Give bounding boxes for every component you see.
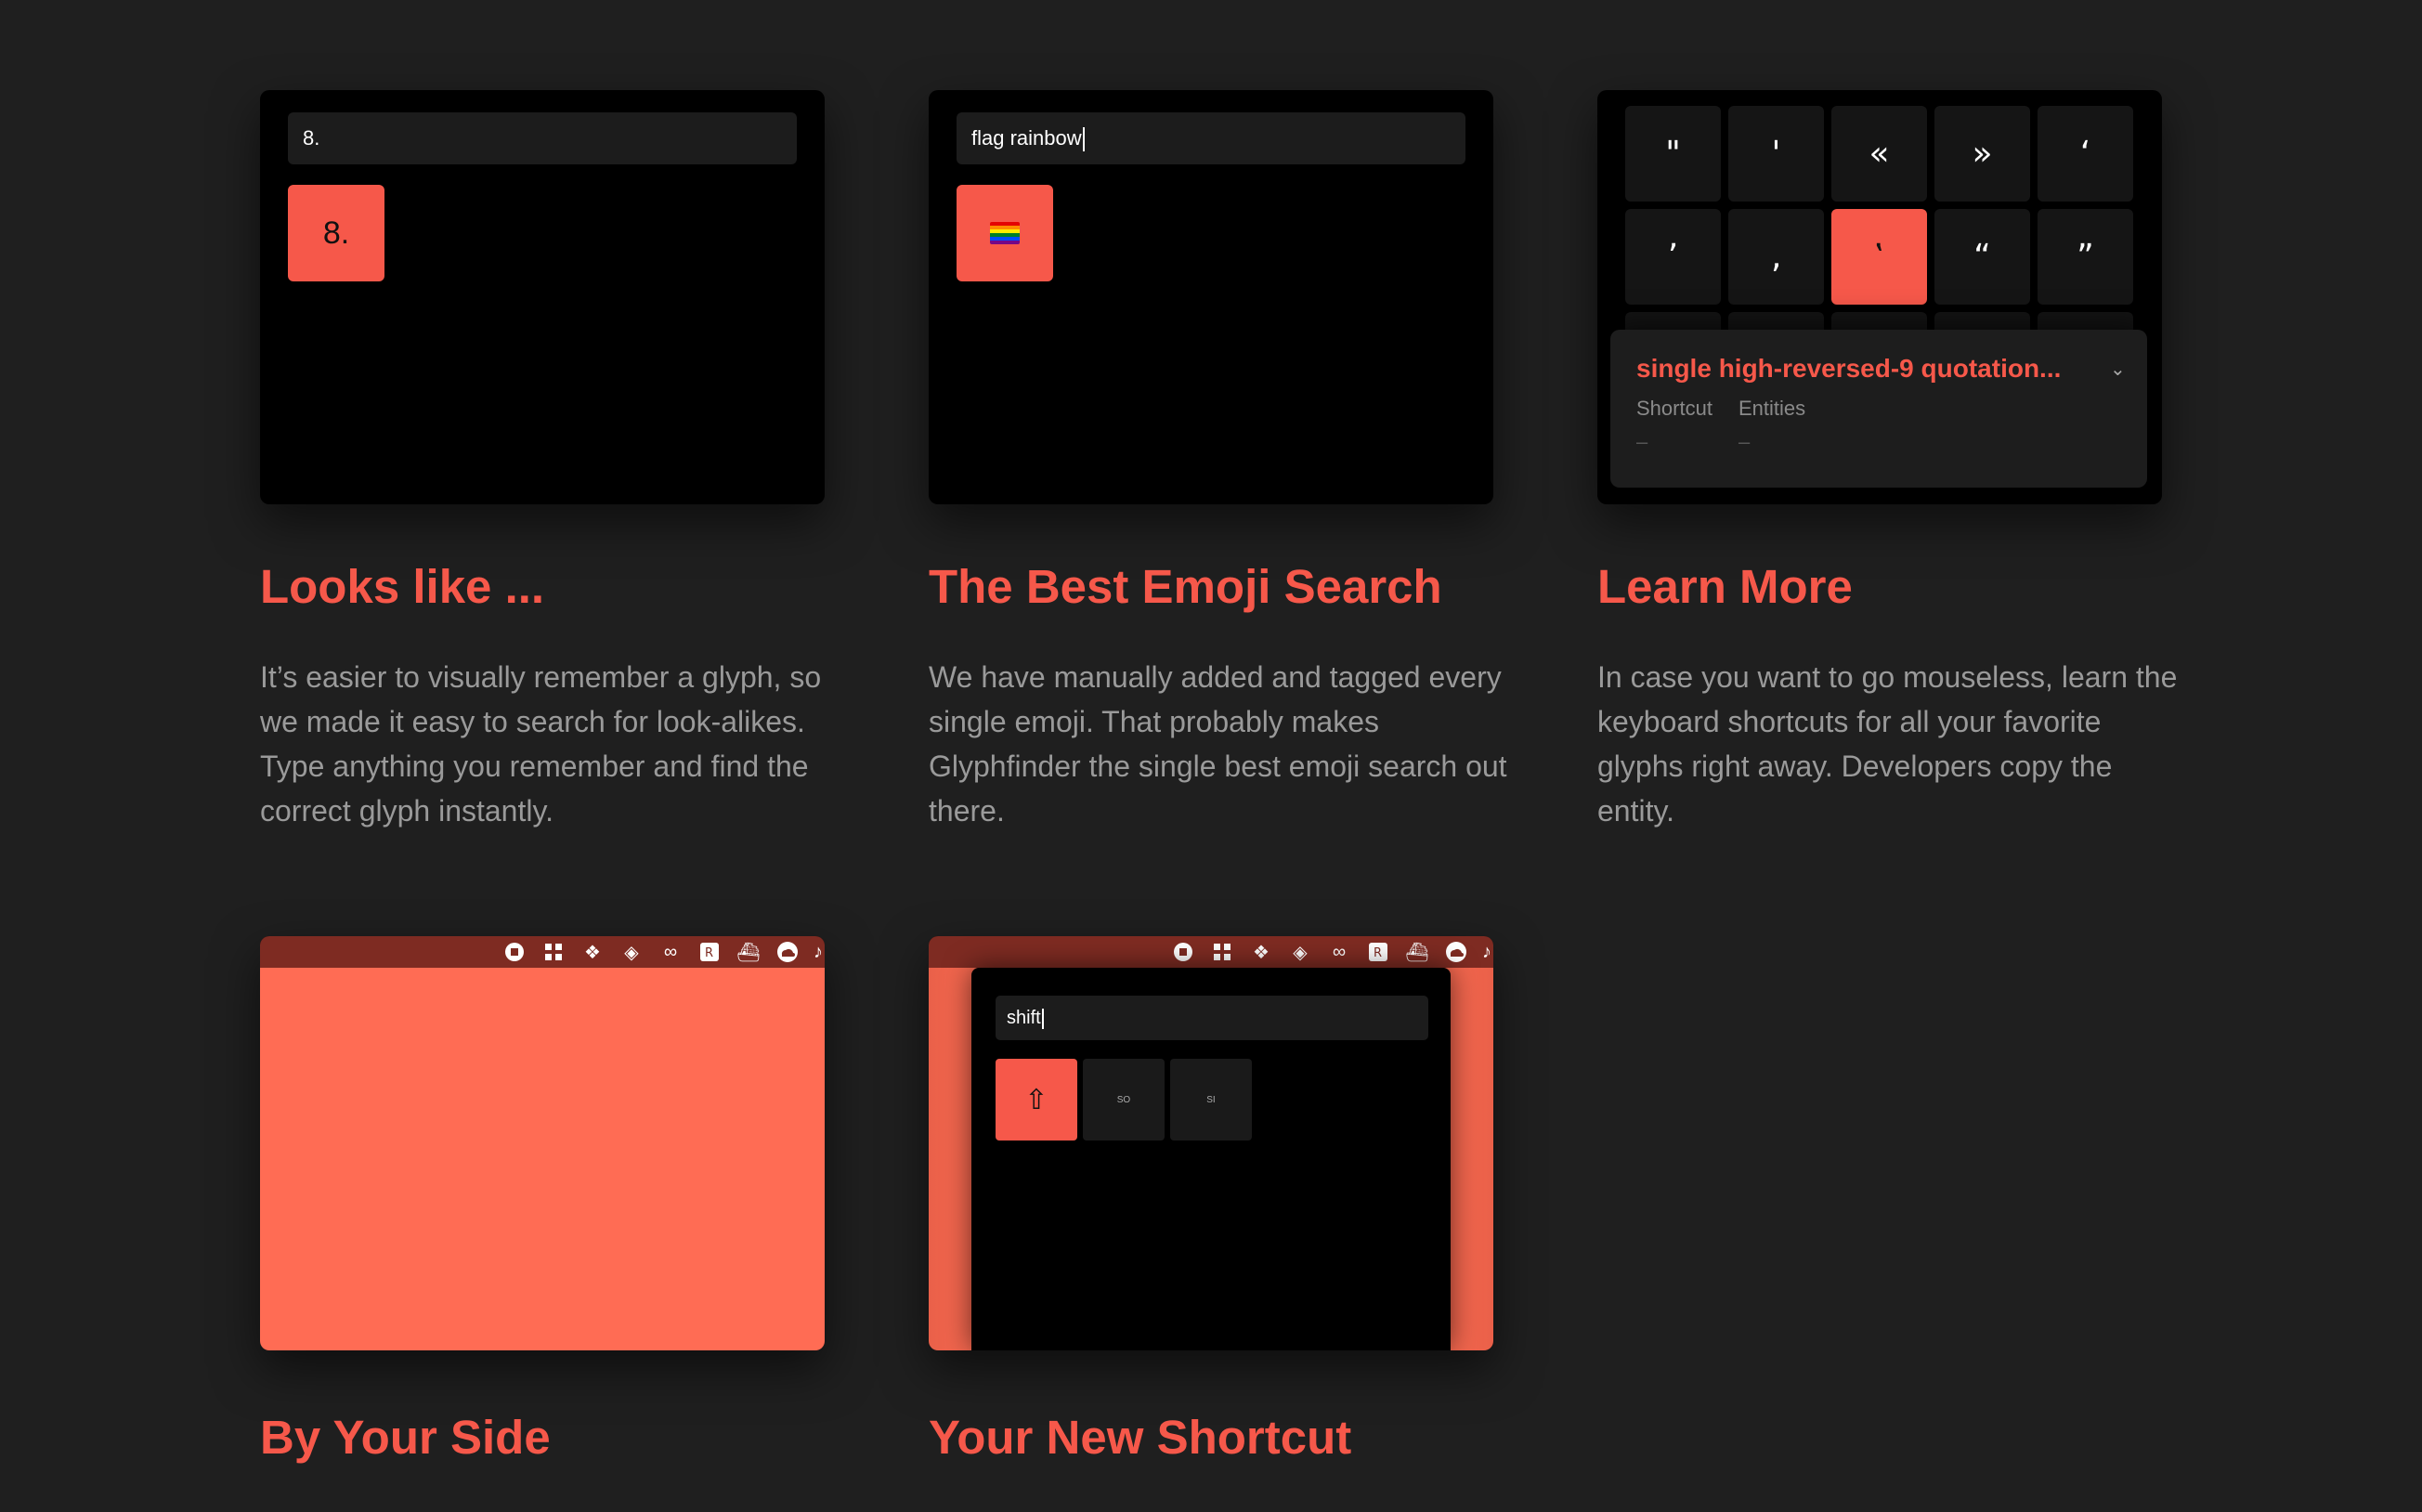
glyph-info-panel: single high-reversed-9 quotation... ⌄ Sh… xyxy=(1610,330,2147,488)
cloud-icon[interactable] xyxy=(775,939,801,965)
text-caret xyxy=(1082,127,1085,152)
svg-text:R: R xyxy=(1374,946,1382,960)
feature-card-by-your-side: ❖ ◈ ∞ R ⛴ ♪ By Your Side xyxy=(260,936,825,1464)
emoji-result[interactable] xyxy=(957,185,1053,281)
text-caret xyxy=(1041,1008,1044,1029)
feature-title: By Your Side xyxy=(260,1411,551,1464)
cloud-icon[interactable] xyxy=(1443,939,1469,965)
feature-card-learn-more: " ' « » ‘ ’ ‚ ‛ “ ” single high-reversed… xyxy=(1597,90,2177,828)
menu-bar: ❖ ◈ ∞ R ⛴ ♪ xyxy=(260,936,825,968)
feature-description: We have manually added and tagged every … xyxy=(929,660,1507,828)
feature-card-looks-like: 8. 8. Looks like ... It’s easier to visu… xyxy=(260,90,825,828)
search-input[interactable]: flag rainbow xyxy=(957,112,1465,164)
feature-description: In case you want to go mouseless, learn … xyxy=(1597,660,2178,828)
music-icon[interactable]: ♪ xyxy=(814,939,823,965)
preview-looks-like: 8. 8. xyxy=(260,90,825,504)
creative-cloud-icon[interactable]: ∞ xyxy=(1326,939,1352,965)
glyph-result[interactable]: SO xyxy=(1083,1059,1165,1141)
dropbox-alt-icon[interactable]: ◈ xyxy=(619,939,645,965)
music-icon[interactable]: ♪ xyxy=(1482,939,1491,965)
glyphfinder-window: shift ⇧ SO SI xyxy=(971,968,1451,1350)
feature-title: The Best Emoji Search xyxy=(929,560,1442,613)
glyph-cell[interactable]: ” xyxy=(2038,209,2133,305)
dropbox-icon[interactable]: ❖ xyxy=(579,939,606,965)
glyph-result[interactable]: SI xyxy=(1170,1059,1252,1141)
glyph-cell[interactable]: ‚ xyxy=(1728,209,1824,305)
glyph-cell-selected[interactable]: ‛ xyxy=(1831,209,1927,305)
feature-card-new-shortcut: ❖ ◈ ∞ R ⛴ ♪ shift ⇧ SO SI Your New Short… xyxy=(929,936,1493,1464)
r-app-icon[interactable]: R xyxy=(697,939,723,965)
menu-bar: ❖ ◈ ∞ R ⛴ ♪ xyxy=(929,936,1493,968)
grid-icon[interactable] xyxy=(540,939,566,965)
docker-icon[interactable]: ⛴ xyxy=(1404,939,1430,965)
entities-label: Entities xyxy=(1738,397,1806,420)
feature-title: Your New Shortcut xyxy=(929,1411,1352,1464)
feature-title: Learn More xyxy=(1597,560,1853,613)
svg-text:R: R xyxy=(705,946,713,960)
glyph-result[interactable]: 8. xyxy=(288,185,384,281)
dropbox-icon[interactable]: ❖ xyxy=(1248,939,1274,965)
glyph-cell[interactable]: ‘ xyxy=(2038,106,2133,202)
glyph-cell[interactable]: ’ xyxy=(1625,209,1721,305)
feature-title: Looks like ... xyxy=(260,560,545,613)
record-icon[interactable] xyxy=(1170,939,1196,965)
chevron-down-icon[interactable]: ⌄ xyxy=(2110,358,2126,381)
shift-glyph-result[interactable]: ⇧ xyxy=(996,1059,1077,1141)
dropbox-alt-icon[interactable]: ◈ xyxy=(1287,939,1313,965)
preview-learn-more: " ' « » ‘ ’ ‚ ‛ “ ” single high-reversed… xyxy=(1597,90,2162,504)
creative-cloud-icon[interactable]: ∞ xyxy=(658,939,684,965)
preview-new-shortcut: ❖ ◈ ∞ R ⛴ ♪ shift ⇧ SO SI xyxy=(929,936,1493,1350)
feature-description: It’s easier to visually remember a glyph… xyxy=(260,660,822,828)
record-icon[interactable] xyxy=(501,939,527,965)
glyph-cell[interactable]: “ xyxy=(1934,209,2030,305)
grid-icon[interactable] xyxy=(1209,939,1235,965)
search-input[interactable]: 8. xyxy=(288,112,797,164)
glyph-cell[interactable]: ' xyxy=(1728,106,1824,202)
docker-icon[interactable]: ⛴ xyxy=(736,939,762,965)
glyph-name: single high-reversed-9 quotation... xyxy=(1636,354,2062,383)
entities-value: – xyxy=(1738,430,1751,453)
glyph-cell[interactable]: « xyxy=(1831,106,1927,202)
feature-card-emoji-search: flag rainbow The Best Emoji Search We ha… xyxy=(929,90,1507,828)
shortcut-label: Shortcut xyxy=(1636,397,1712,420)
r-app-icon[interactable]: R xyxy=(1365,939,1391,965)
search-input[interactable]: shift xyxy=(996,996,1428,1040)
preview-emoji-search: flag rainbow xyxy=(929,90,1493,504)
rainbow-flag-emoji-icon xyxy=(990,222,1020,244)
preview-by-your-side: ❖ ◈ ∞ R ⛴ ♪ xyxy=(260,936,825,1350)
desktop-area xyxy=(260,968,825,1350)
glyph-cell[interactable]: " xyxy=(1625,106,1721,202)
glyph-cell[interactable]: » xyxy=(1934,106,2030,202)
shortcut-value: – xyxy=(1636,430,1648,453)
